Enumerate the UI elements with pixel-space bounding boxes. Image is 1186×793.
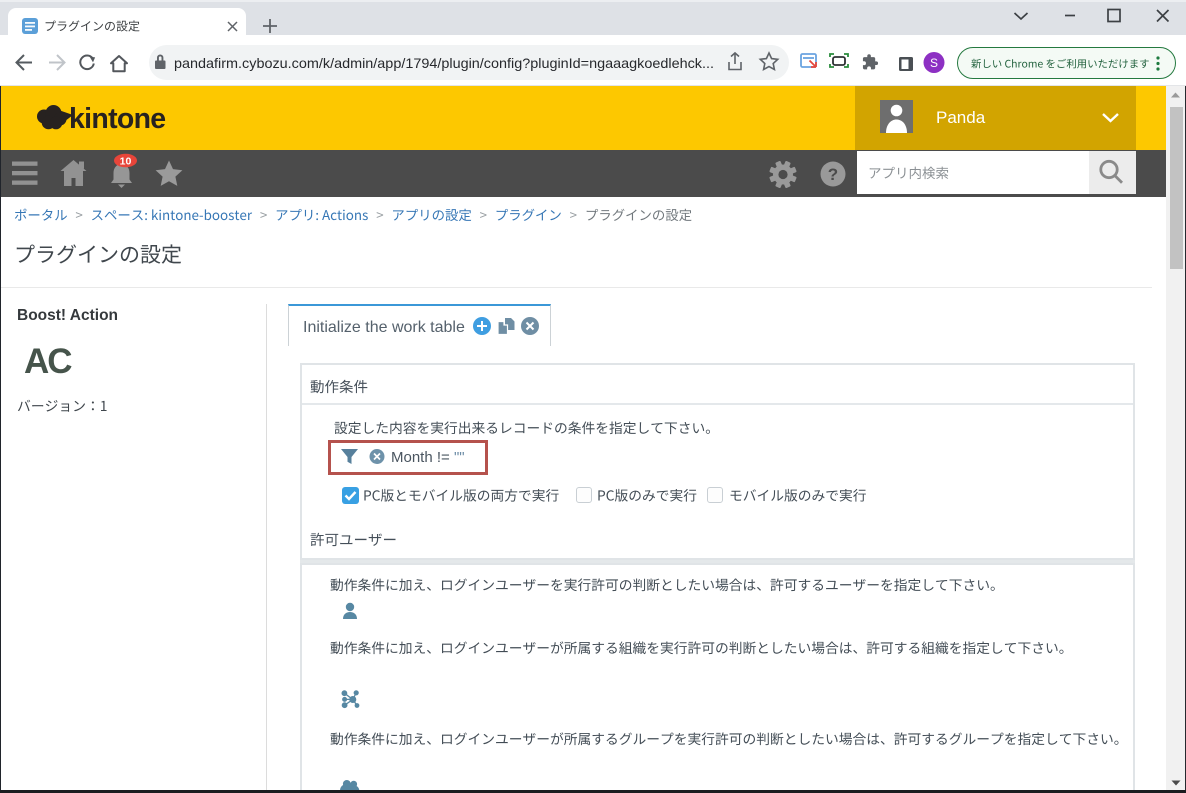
svg-text:Initialize the work table: Initialize the work table	[303, 319, 465, 336]
svg-text:AC: AC	[24, 342, 72, 381]
svg-text:pandafirm.cybozu.com/k/admin/a: pandafirm.cybozu.com/k/admin/app/1794/pl…	[174, 55, 714, 71]
svg-text:10: 10	[120, 156, 132, 168]
svg-text:S: S	[930, 56, 938, 70]
svg-text:Panda: Panda	[936, 108, 986, 127]
svg-text:kintone: kintone	[69, 103, 165, 135]
svg-text:Month != "": Month != ""	[391, 449, 465, 466]
svg-text:?: ?	[828, 165, 838, 184]
svg-text:Boost! Action: Boost! Action	[17, 307, 118, 324]
